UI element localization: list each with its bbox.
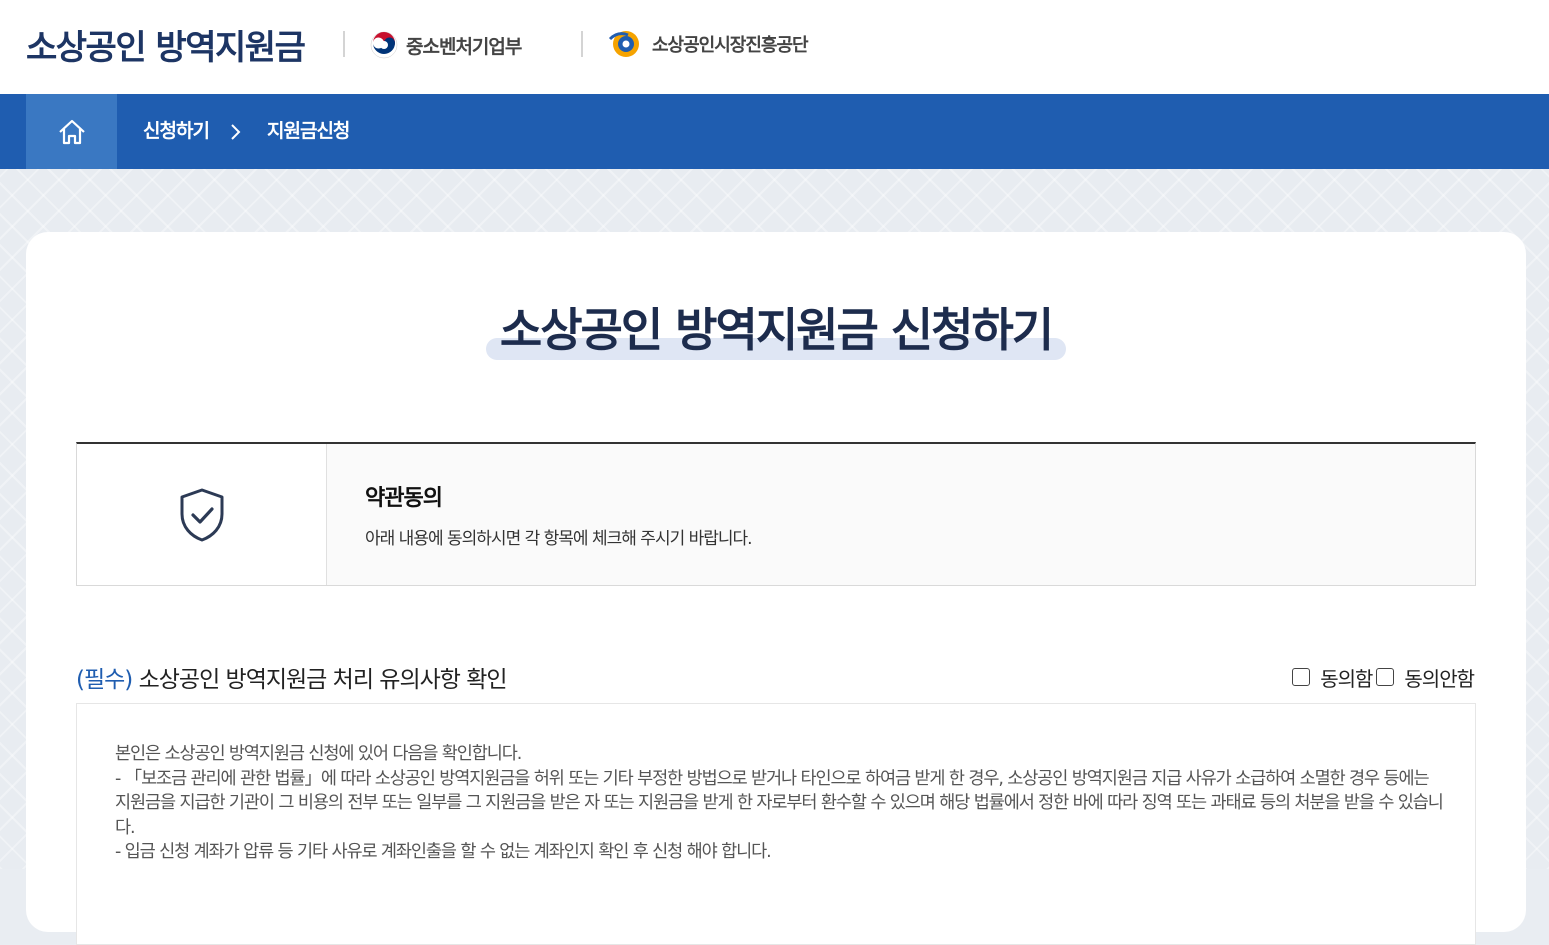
header-divider [581, 31, 583, 57]
taegeuk-emblem-icon [370, 31, 398, 59]
notice-text: 본인은 소상공인 방역지원금 신청에 있어 다음을 확인합니다. - 「보조금 … [115, 742, 1445, 865]
page-title-text: 소상공인 방역지원금 신청하기 [499, 303, 1054, 357]
disagree-label: 동의안함 [1404, 666, 1475, 691]
notice-content-box[interactable]: 본인은 소상공인 방역지원금 신청에 있어 다음을 확인합니다. - 「보조금 … [76, 703, 1476, 945]
page-title: 소상공인 방역지원금 신청하기 [485, 294, 1067, 360]
section-title-text: 소상공인 방역지원금 처리 유의사항 확인 [132, 667, 508, 693]
disagree-option[interactable]: 동의안함 [1376, 663, 1475, 692]
ministry-logo[interactable]: 중소벤처기업부 [370, 30, 522, 60]
agency-name: 소상공인시장진흥공단 [652, 35, 809, 56]
home-button[interactable] [26, 94, 117, 169]
notice-line: - 입금 신청 계좌가 압류 등 기타 사유로 계좌인출을 할 수 없는 계좌인… [115, 842, 772, 862]
required-tag: (필수) [76, 667, 133, 693]
section-title: (필수) 소상공인 방역지원금 처리 유의사항 확인 [76, 660, 508, 694]
notice-line: - 「보조금 관리에 관한 법률」에 따라 소상공인 방역지원금을 허위 또는 … [115, 768, 1444, 838]
site-header: 소상공인 방역지원금 중소벤처기업부 소상공인시장진흥공단 [0, 0, 1549, 94]
notice-section-header: (필수) 소상공인 방역지원금 처리 유의사항 확인 동의함 동의안함 [76, 660, 1475, 696]
notice-line: 본인은 소상공인 방역지원금 신청에 있어 다음을 확인합니다. [115, 744, 522, 764]
breadcrumb-apply[interactable]: 신청하기 [143, 94, 210, 169]
breadcrumb-support-application[interactable]: 지원금신청 [267, 94, 350, 169]
disagree-checkbox[interactable] [1376, 668, 1395, 686]
page-title-wrap: 소상공인 방역지원금 신청하기 [26, 294, 1526, 360]
home-icon [58, 119, 85, 144]
chevron-right-icon [231, 124, 241, 140]
shield-check-icon [180, 488, 223, 541]
agree-label: 동의함 [1320, 666, 1373, 691]
terms-agreement-box: 약관동의 아래 내용에 동의하시면 각 항목에 체크해 주시기 바랍니다. [76, 442, 1476, 586]
agree-option[interactable]: 동의함 [1292, 663, 1373, 692]
agreement-options: 동의함 동의안함 [1292, 660, 1475, 694]
terms-icon-cell [77, 444, 327, 585]
header-divider [343, 31, 345, 57]
agree-checkbox[interactable] [1292, 668, 1311, 686]
terms-text-cell: 약관동의 아래 내용에 동의하시면 각 항목에 체크해 주시기 바랍니다. [327, 444, 1475, 585]
main-card: 소상공인 방역지원금 신청하기 약관동의 아래 내용에 동의하시면 각 항목에 … [26, 232, 1526, 945]
agency-logo[interactable]: 소상공인시장진흥공단 [608, 28, 809, 60]
breadcrumb-bar: 신청하기 지원금신청 [0, 94, 1549, 169]
agency-emblem-icon [608, 31, 639, 57]
ministry-name: 중소벤처기업부 [406, 35, 522, 58]
terms-description: 아래 내용에 동의하시면 각 항목에 체크해 주시기 바랍니다. [365, 529, 753, 549]
brand-title[interactable]: 소상공인 방역지원금 [26, 20, 306, 69]
terms-heading: 약관동의 [365, 486, 443, 511]
